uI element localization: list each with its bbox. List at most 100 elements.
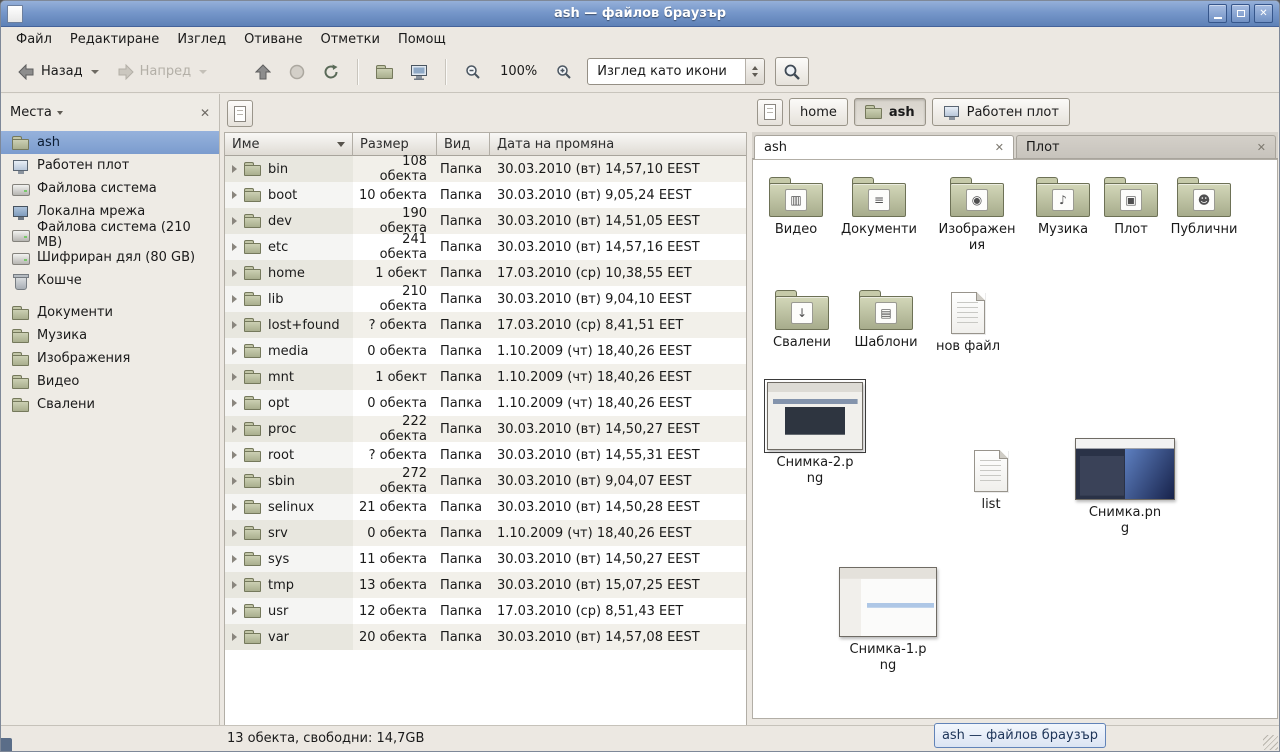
expander-icon[interactable] bbox=[232, 477, 237, 485]
tab[interactable]: ash ✕ bbox=[754, 135, 1014, 159]
file-item[interactable]: Снимка-1.png bbox=[848, 567, 928, 673]
sidebar-item[interactable] bbox=[1, 292, 219, 301]
back-button[interactable]: Назад bbox=[9, 56, 108, 87]
expander-icon[interactable] bbox=[232, 425, 237, 433]
computer-button[interactable] bbox=[402, 56, 436, 87]
close-button[interactable]: ✕ bbox=[1254, 4, 1273, 23]
back-dropdown-icon[interactable] bbox=[91, 70, 99, 74]
zoom-in-button[interactable] bbox=[547, 56, 581, 87]
menu-item[interactable]: Отиване bbox=[235, 29, 311, 50]
expander-icon[interactable] bbox=[232, 347, 237, 355]
home-button[interactable] bbox=[368, 56, 402, 87]
table-row[interactable]: home 1 обект Папка 17.03.2010 (ср) 10,38… bbox=[225, 260, 746, 286]
expander-icon[interactable] bbox=[232, 451, 237, 459]
file-item[interactable]: Снимка.png bbox=[1085, 438, 1165, 536]
table-row[interactable]: tmp 13 обекта Папка 30.03.2010 (вт) 15,0… bbox=[225, 572, 746, 598]
zoom-out-button[interactable] bbox=[456, 56, 490, 87]
table-row[interactable]: bin 108 обекта Папка 30.03.2010 (вт) 14,… bbox=[225, 156, 746, 182]
tab-close-button[interactable]: ✕ bbox=[1257, 141, 1266, 154]
pane-toggle-button[interactable] bbox=[227, 100, 253, 127]
sidebar-item[interactable]: Кошче bbox=[1, 269, 219, 292]
table-row[interactable]: sys 11 обекта Папка 30.03.2010 (вт) 14,5… bbox=[225, 546, 746, 572]
expander-icon[interactable] bbox=[232, 503, 237, 511]
minimize-button[interactable] bbox=[1208, 4, 1227, 23]
search-button[interactable] bbox=[775, 57, 809, 86]
expander-icon[interactable] bbox=[232, 633, 237, 641]
expander-icon[interactable] bbox=[232, 217, 237, 225]
expander-icon[interactable] bbox=[232, 607, 237, 615]
table-row[interactable]: srv 0 обекта Папка 1.10.2009 (чт) 18,40,… bbox=[225, 520, 746, 546]
pane-toggle-button[interactable] bbox=[757, 99, 783, 126]
tab-close-button[interactable]: ✕ bbox=[995, 141, 1004, 154]
path-button[interactable]: Работен плот bbox=[932, 98, 1070, 126]
reload-button[interactable] bbox=[314, 56, 348, 87]
forward-dropdown-icon[interactable] bbox=[199, 70, 207, 74]
file-item[interactable]: Снимка-2.png bbox=[775, 382, 855, 486]
menu-item[interactable]: Помощ bbox=[389, 29, 455, 50]
sidebar-mode-caret-icon[interactable] bbox=[57, 111, 63, 115]
maximize-button[interactable] bbox=[1231, 4, 1250, 23]
path-button[interactable]: home bbox=[789, 98, 848, 126]
sidebar-item[interactable]: Видео bbox=[1, 370, 219, 393]
sidebar-item[interactable]: Свалени bbox=[1, 393, 219, 416]
menu-item[interactable]: Редактиране bbox=[61, 29, 168, 50]
path-button[interactable]: ash bbox=[854, 98, 926, 126]
stop-button[interactable] bbox=[280, 56, 314, 87]
table-row[interactable]: dev 190 обекта Папка 30.03.2010 (вт) 14,… bbox=[225, 208, 746, 234]
sidebar-item-label: Документи bbox=[37, 305, 113, 320]
table-row[interactable]: sbin 272 обекта Папка 30.03.2010 (вт) 9,… bbox=[225, 468, 746, 494]
sidebar-item[interactable]: Изображения bbox=[1, 347, 219, 370]
table-row[interactable]: opt 0 обекта Папка 1.10.2009 (чт) 18,40,… bbox=[225, 390, 746, 416]
expander-icon[interactable] bbox=[232, 399, 237, 407]
table-row[interactable]: mnt 1 обект Папка 1.10.2009 (чт) 18,40,2… bbox=[225, 364, 746, 390]
sidebar-close-button[interactable]: ✕ bbox=[200, 106, 210, 120]
table-row[interactable]: boot 10 обекта Папка 30.03.2010 (вт) 9,0… bbox=[225, 182, 746, 208]
column-header-size[interactable]: Размер bbox=[353, 133, 437, 156]
sidebar-item[interactable]: Документи bbox=[1, 301, 219, 324]
up-button[interactable] bbox=[246, 56, 280, 87]
table-row[interactable]: media 0 обекта Папка 1.10.2009 (чт) 18,4… bbox=[225, 338, 746, 364]
expander-icon[interactable] bbox=[232, 269, 237, 277]
expander-icon[interactable] bbox=[232, 373, 237, 381]
table-row[interactable]: proc 222 обекта Папка 30.03.2010 (вт) 14… bbox=[225, 416, 746, 442]
column-header-name[interactable]: Име bbox=[225, 133, 353, 156]
menu-item[interactable]: Отметки bbox=[311, 29, 388, 50]
sidebar-item[interactable]: Файлова система (210 MB) bbox=[1, 223, 219, 246]
expander-icon[interactable] bbox=[232, 321, 237, 329]
sidebar-item[interactable]: Шифриран дял (80 GB) bbox=[1, 246, 219, 269]
sidebar-item[interactable]: Музика bbox=[1, 324, 219, 347]
taskbar-window-button[interactable]: ash — файлов браузър bbox=[934, 723, 1106, 748]
view-mode-combo[interactable]: Изглед като икони bbox=[587, 58, 765, 85]
table-row[interactable]: etc 241 обекта Папка 30.03.2010 (вт) 14,… bbox=[225, 234, 746, 260]
sidebar-item[interactable]: Работен плот bbox=[1, 154, 219, 177]
sidebar-item[interactable]: ash bbox=[1, 131, 219, 154]
combo-spinner-icon[interactable] bbox=[745, 59, 764, 84]
file-item[interactable]: нов файл bbox=[928, 292, 1008, 355]
sidebar-item[interactable]: Файлова система bbox=[1, 177, 219, 200]
expander-icon[interactable] bbox=[232, 295, 237, 303]
column-header-date[interactable]: Дата на промяна bbox=[490, 133, 746, 156]
table-row[interactable]: lib 210 обекта Папка 30.03.2010 (вт) 9,0… bbox=[225, 286, 746, 312]
expander-icon[interactable] bbox=[232, 165, 237, 173]
tab[interactable]: Плот ✕ bbox=[1016, 135, 1276, 158]
expander-icon[interactable] bbox=[232, 243, 237, 251]
table-row[interactable]: var 20 обекта Папка 30.03.2010 (вт) 14,5… bbox=[225, 624, 746, 650]
resize-grip[interactable] bbox=[1263, 735, 1278, 750]
menu-item[interactable]: Файл bbox=[7, 29, 61, 50]
column-header-type[interactable]: Вид bbox=[437, 133, 490, 156]
expander-icon[interactable] bbox=[232, 555, 237, 563]
menu-item[interactable]: Изглед bbox=[168, 29, 235, 50]
sidebar-title[interactable]: Места bbox=[10, 105, 52, 120]
table-row[interactable]: selinux 21 обекта Папка 30.03.2010 (вт) … bbox=[225, 494, 746, 520]
table-row[interactable]: root ? обекта Папка 30.03.2010 (вт) 14,5… bbox=[225, 442, 746, 468]
expander-icon[interactable] bbox=[232, 191, 237, 199]
titlebar[interactable]: ash — файлов браузър ✕ bbox=[1, 1, 1279, 27]
table-row[interactable]: lost+found ? обекта Папка 17.03.2010 (ср… bbox=[225, 312, 746, 338]
expander-icon[interactable] bbox=[232, 581, 237, 589]
expander-icon[interactable] bbox=[232, 529, 237, 537]
table-row[interactable]: usr 12 обекта Папка 17.03.2010 (ср) 8,51… bbox=[225, 598, 746, 624]
file-item[interactable]: list bbox=[951, 450, 1031, 513]
panel-corner-icon[interactable] bbox=[1, 738, 12, 751]
forward-button[interactable]: Напред bbox=[108, 56, 216, 87]
window-menu-icon[interactable] bbox=[7, 5, 23, 23]
